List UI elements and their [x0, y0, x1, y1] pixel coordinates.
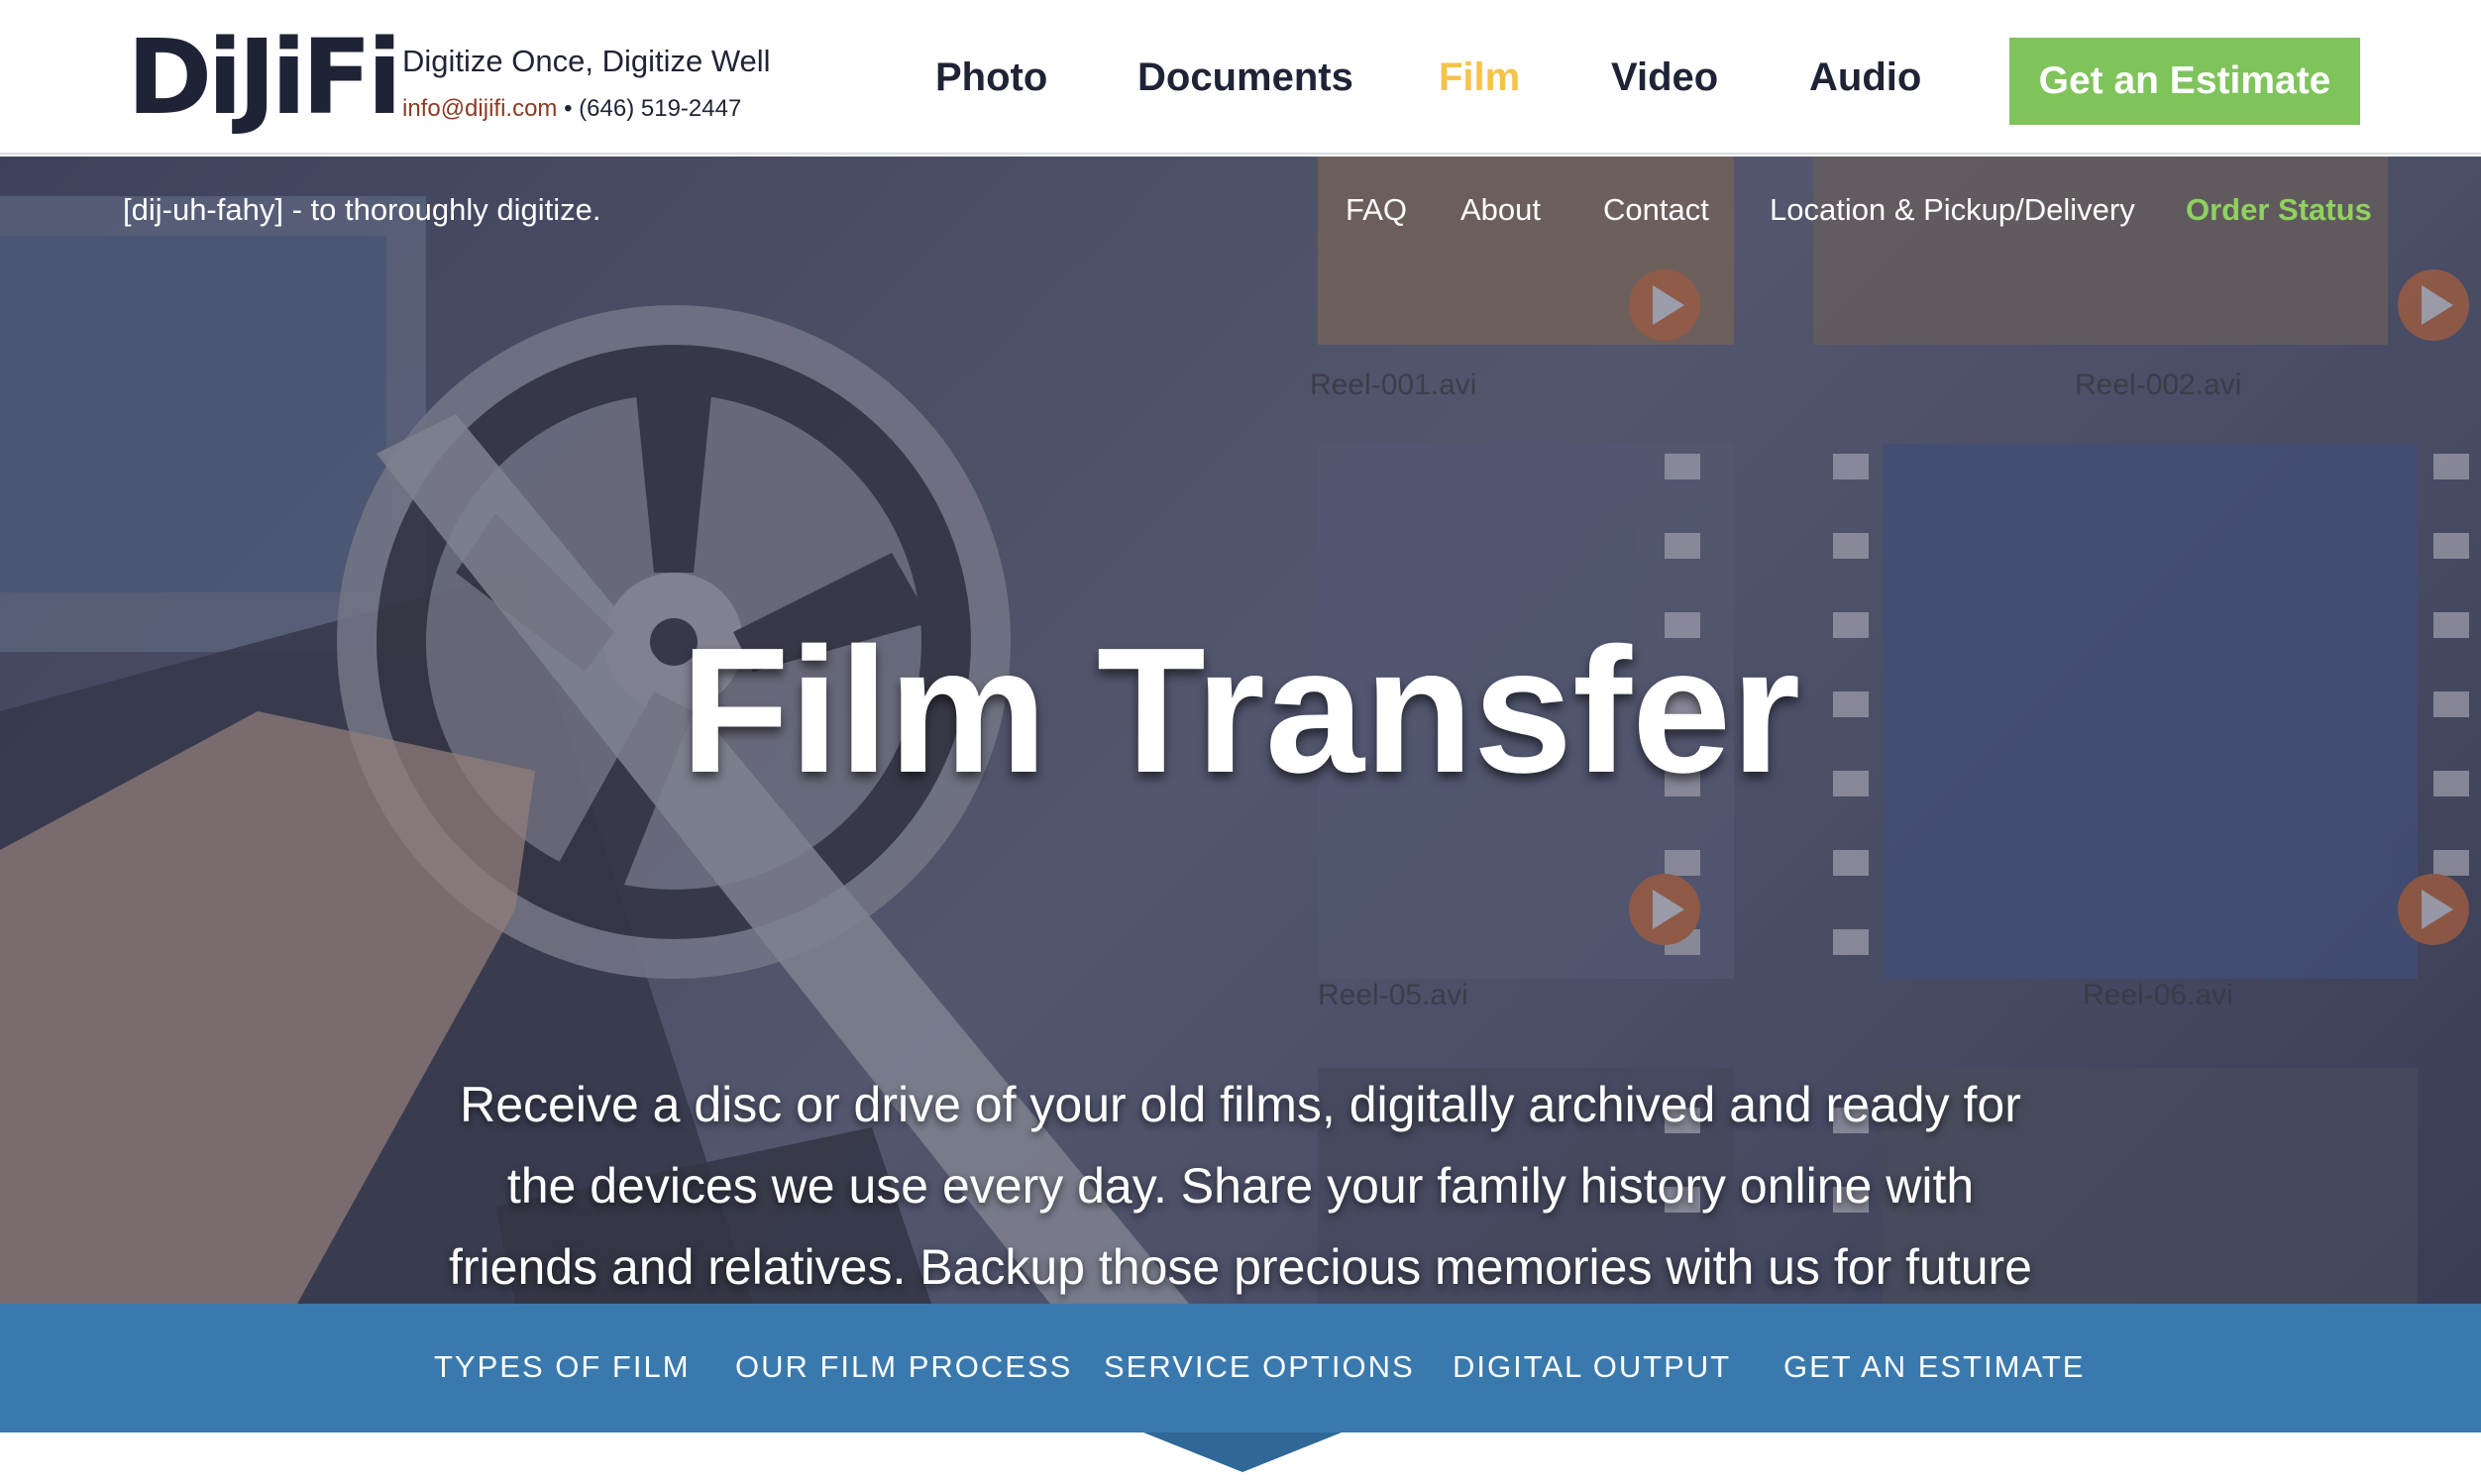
- get-estimate-button[interactable]: Get an Estimate: [2009, 38, 2360, 125]
- subnav-location[interactable]: Location & Pickup/Delivery: [1770, 192, 2135, 228]
- section-our-film-process[interactable]: OUR FILM PROCESS: [735, 1349, 1072, 1385]
- nav-video[interactable]: Video: [1611, 55, 1718, 100]
- reel-label: Reel-06.avi: [2083, 979, 2233, 1011]
- subnav-faq[interactable]: FAQ: [1346, 192, 1407, 228]
- nav-photo[interactable]: Photo: [935, 55, 1047, 100]
- page-title: Film Transfer: [680, 611, 1801, 810]
- subnav-order-status[interactable]: Order Status: [2186, 192, 2372, 228]
- email-link[interactable]: info@dijifi.com: [402, 95, 557, 122]
- hero-banner: Reel-001.avi Reel-002.avi Reel-05.avi Re…: [0, 157, 2481, 1304]
- site-header: DiJiFi Digitize Once, Digitize Well info…: [0, 0, 2481, 155]
- section-service-options[interactable]: SERVICE OPTIONS: [1104, 1349, 1415, 1385]
- phone-number: (646) 519-2447: [579, 95, 742, 122]
- tagline: Digitize Once, Digitize Well: [402, 44, 771, 78]
- dijifi-logo[interactable]: DiJiFi: [127, 26, 402, 129]
- section-get-an-estimate[interactable]: GET AN ESTIMATE: [1783, 1349, 2085, 1385]
- contact-separator: •: [557, 95, 580, 122]
- subnav-contact[interactable]: Contact: [1603, 192, 1709, 228]
- reel-label: Reel-002.avi: [2075, 369, 2242, 401]
- section-types-of-film[interactable]: TYPES OF FILM: [434, 1349, 691, 1385]
- section-digital-output[interactable]: DIGITAL OUTPUT: [1453, 1349, 1731, 1385]
- nav-film[interactable]: Film: [1439, 55, 1520, 100]
- reel-label: Reel-05.avi: [1318, 979, 1468, 1011]
- nav-audio[interactable]: Audio: [1809, 55, 1921, 100]
- contact-line: info@dijifi.com • (646) 519-2447: [402, 95, 741, 123]
- active-section-pointer: [1143, 1432, 1342, 1472]
- nav-documents[interactable]: Documents: [1137, 55, 1353, 100]
- subnav-about[interactable]: About: [1460, 192, 1541, 228]
- hero-description: Receive a disc or drive of your old film…: [449, 1077, 2032, 1295]
- pronunciation-text: [dij-uh-fahy] - to thoroughly digitize.: [123, 192, 601, 227]
- reel-label: Reel-001.avi: [1310, 369, 1477, 401]
- section-nav-bar: TYPES OF FILM OUR FILM PROCESS SERVICE O…: [0, 1304, 2481, 1432]
